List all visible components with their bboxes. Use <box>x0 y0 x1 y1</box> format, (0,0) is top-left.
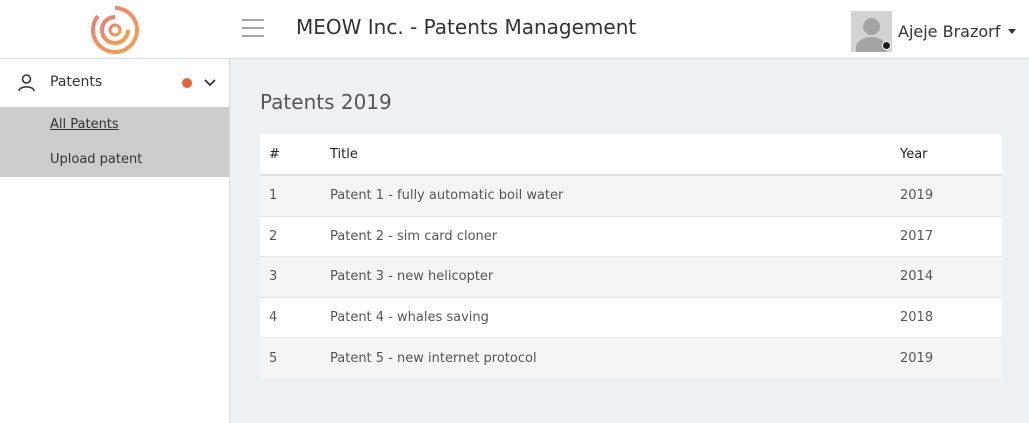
row-title: Patent 5 - new internet protocol <box>330 350 537 366</box>
row-title: Patent 4 - whales saving <box>330 309 489 325</box>
table-row[interactable]: 5 Patent 5 - new internet protocol 2019 <box>260 338 1002 379</box>
status-dot <box>882 41 891 50</box>
caret-down-icon <box>1008 29 1017 34</box>
row-year: 2019 <box>900 188 934 204</box>
user-menu[interactable]: Ajeje Brazorf <box>851 11 1017 52</box>
patents-table: # Title Year 1 Patent 1 - fully automati… <box>260 134 1002 379</box>
row-num: 4 <box>269 309 278 325</box>
row-year: 2019 <box>900 350 934 366</box>
user-icon <box>18 74 35 92</box>
row-num: 5 <box>269 350 278 366</box>
page-title: Patents 2019 <box>260 90 392 114</box>
row-title: Patent 2 - sim card cloner <box>330 228 498 244</box>
top-navbar: MEOW Inc. - Patents Management Ajeje Bra… <box>0 0 1029 59</box>
column-header-num: # <box>269 146 280 162</box>
column-header-title: Title <box>330 146 358 162</box>
target-logo-icon[interactable] <box>90 5 140 55</box>
notification-dot <box>182 78 192 88</box>
sidebar-section-patents[interactable]: Patents <box>0 59 229 107</box>
sidebar-item-upload-patent[interactable]: Upload patent <box>50 152 142 167</box>
table-row[interactable]: 2 Patent 2 - sim card cloner 2017 <box>260 216 1002 257</box>
row-year: 2017 <box>900 228 934 244</box>
row-title: Patent 1 - fully automatic boil water <box>330 188 564 204</box>
row-title: Patent 3 - new helicopter <box>330 269 494 285</box>
hamburger-icon[interactable] <box>242 19 264 39</box>
row-year: 2014 <box>900 269 934 285</box>
column-header-year: Year <box>900 146 928 162</box>
row-year: 2018 <box>900 309 934 325</box>
user-name: Ajeje Brazorf <box>898 22 1001 41</box>
row-num: 2 <box>269 228 278 244</box>
table-row[interactable]: 4 Patent 4 - whales saving 2018 <box>260 297 1002 338</box>
row-num: 1 <box>269 188 278 204</box>
table-row[interactable]: 3 Patent 3 - new helicopter 2014 <box>260 257 1002 298</box>
app-title: MEOW Inc. - Patents Management <box>296 15 637 39</box>
sidebar-section-label: Patents <box>50 74 103 90</box>
chevron-down-icon[interactable] <box>203 76 217 90</box>
row-num: 3 <box>269 269 278 285</box>
sidebar: Patents All Patents Upload patent <box>0 59 230 423</box>
table-row[interactable]: 1 Patent 1 - fully automatic boil water … <box>260 176 1002 217</box>
sidebar-submenu: All Patents Upload patent <box>0 107 229 177</box>
table-header: # Title Year <box>260 134 1002 176</box>
sidebar-item-all-patents[interactable]: All Patents <box>50 117 119 132</box>
